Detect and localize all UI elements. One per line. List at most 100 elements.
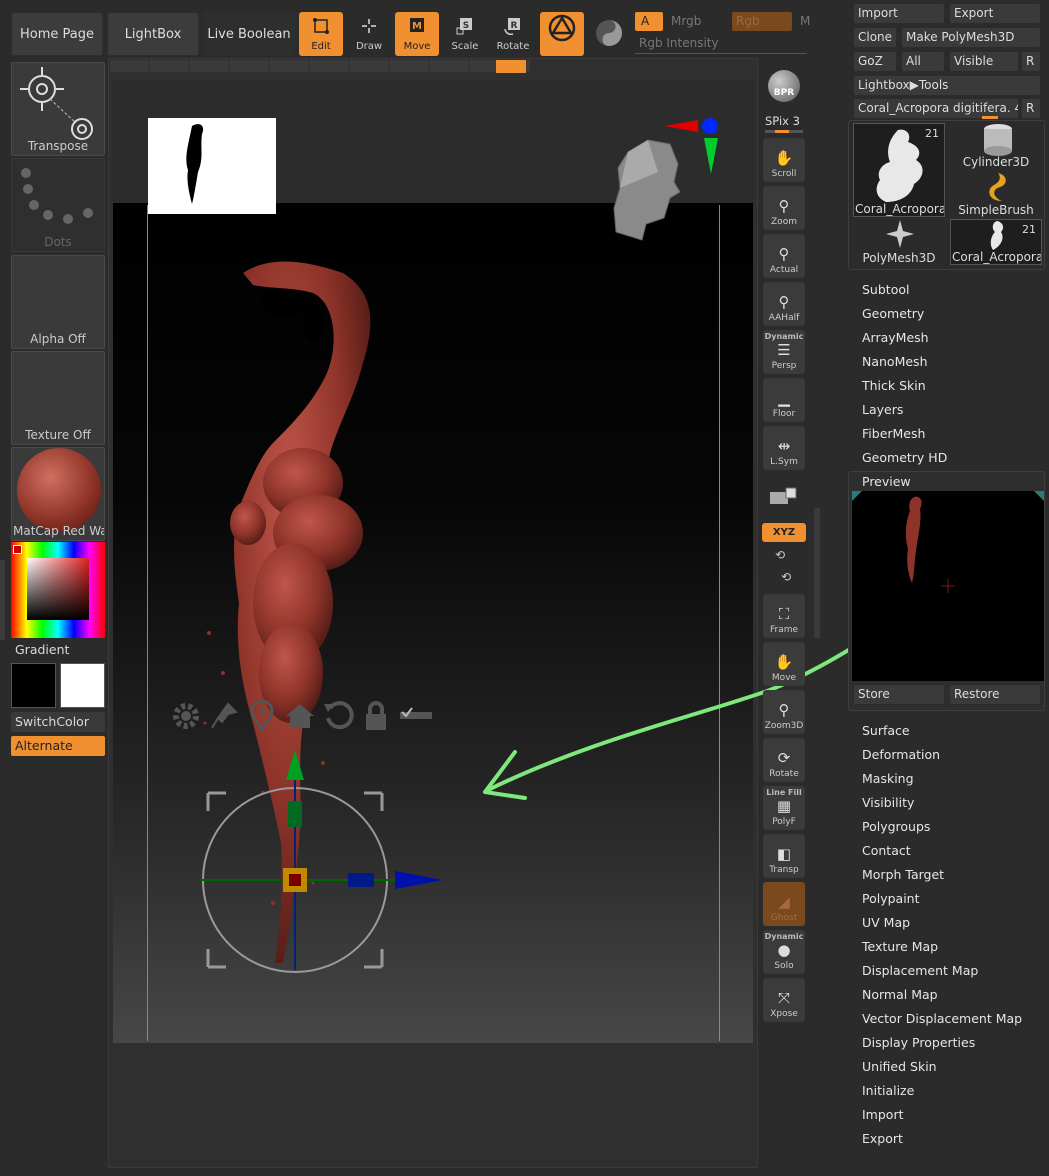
menu-fibermesh[interactable]: FiberMesh	[862, 426, 925, 441]
menu-import[interactable]: Import	[862, 1107, 904, 1122]
menu-texture-map[interactable]: Texture Map	[862, 939, 938, 954]
menu-subtool[interactable]: Subtool	[862, 282, 909, 297]
transpose-gizmo[interactable]	[200, 735, 450, 980]
tool-thumb-coral-2[interactable]: 21 Coral_Acropora d	[950, 219, 1042, 265]
menu-vector-displacement-map[interactable]: Vector Displacement Map	[862, 1011, 1022, 1026]
menu-visibility[interactable]: Visibility	[862, 795, 914, 810]
orientation-head-icon[interactable]	[608, 112, 723, 244]
navigation-thumbnail[interactable]	[148, 118, 276, 214]
menu-normal-map[interactable]: Normal Map	[862, 987, 938, 1002]
location-icon[interactable]	[246, 700, 278, 732]
lsym-button[interactable]: ⇹ L.Sym	[763, 426, 805, 470]
export-button[interactable]: Export	[949, 3, 1041, 24]
menu-preview[interactable]: Preview	[862, 474, 911, 489]
menu-polygroups[interactable]: Polygroups	[862, 819, 930, 834]
frame-button[interactable]: ⛶ Frame	[763, 594, 805, 638]
visible-button[interactable]: Visible	[949, 51, 1019, 72]
rotate-tool-button[interactable]: R Rotate	[491, 12, 535, 56]
spotlight-icon[interactable]	[594, 18, 624, 51]
m-button[interactable]: M	[800, 14, 810, 28]
rgb-intensity-slider[interactable]: Rgb Intensity	[635, 36, 807, 54]
menu-thick-skin[interactable]: Thick Skin	[862, 378, 926, 393]
menu-surface[interactable]: Surface	[862, 723, 910, 738]
left-tray-handle[interactable]	[0, 560, 5, 640]
reset-icon[interactable]	[322, 700, 354, 732]
goz-button[interactable]: GoZ	[853, 51, 897, 72]
alternate-button[interactable]: Alternate	[11, 736, 105, 756]
menu-arraymesh[interactable]: ArrayMesh	[862, 330, 929, 345]
rgb-button[interactable]: Rgb	[732, 12, 792, 31]
bpr-button[interactable]: BPR	[763, 68, 805, 108]
rotate-z-icon[interactable]: ⟲	[781, 570, 791, 584]
secondary-color-swatch[interactable]	[60, 663, 105, 708]
polyf-button[interactable]: Line Fill ▦ PolyF	[763, 786, 805, 830]
all-button[interactable]: All	[901, 51, 945, 72]
color-saturation-square[interactable]	[27, 558, 89, 620]
floor-button[interactable]: ▁ Floor	[763, 378, 805, 422]
menu-initialize[interactable]: Initialize	[862, 1083, 914, 1098]
spix-slider[interactable]: SPix 3	[765, 114, 800, 128]
tool-thumb-simplebrush[interactable]: SimpleBrush	[950, 171, 1042, 217]
main-color-swatch[interactable]	[11, 663, 56, 708]
make-polymesh-button[interactable]: Make PolyMesh3D	[901, 27, 1041, 48]
menu-unified-skin[interactable]: Unified Skin	[862, 1059, 937, 1074]
zoom-button[interactable]: ⚲ Zoom	[763, 186, 805, 230]
menu-export[interactable]: Export	[862, 1131, 903, 1146]
actual-button[interactable]: ⚲ Actual	[763, 234, 805, 278]
edit-tool-button[interactable]: Edit	[299, 12, 343, 56]
menu-geometry-hd[interactable]: Geometry HD	[862, 450, 947, 465]
mrgb-button[interactable]: Mrgb	[671, 14, 701, 28]
menu-layers[interactable]: Layers	[862, 402, 903, 417]
move-view-button[interactable]: ✋ Move	[763, 642, 805, 686]
menu-morph-target[interactable]: Morph Target	[862, 867, 944, 882]
clone-button[interactable]: Clone	[853, 27, 897, 48]
tool-thumb-cylinder[interactable]: Cylinder3D	[950, 123, 1042, 169]
rotate-y-icon[interactable]: ⟲	[775, 548, 785, 562]
right-tray-handle[interactable]	[814, 508, 820, 638]
tool-r-button[interactable]: R	[1021, 98, 1041, 119]
gizmo-3d-button[interactable]	[540, 12, 584, 56]
camera-lock-icon[interactable]	[768, 482, 800, 513]
scroll-button[interactable]: ✋ Scroll	[763, 138, 805, 182]
import-button[interactable]: Import	[853, 3, 945, 24]
menu-deformation[interactable]: Deformation	[862, 747, 940, 762]
texture-button[interactable]: Texture Off	[11, 351, 105, 445]
home-page-button[interactable]: Home Page	[11, 12, 103, 56]
ghost-button[interactable]: ◢ Ghost	[763, 882, 805, 926]
xyz-button[interactable]: XYZ	[762, 523, 806, 542]
material-button[interactable]: MatCap Red Wax	[11, 447, 105, 541]
tool-thumb-polymesh[interactable]: PolyMesh3D	[853, 219, 945, 265]
live-boolean-button[interactable]: Live Boolean	[203, 12, 295, 56]
gradient-label[interactable]: Gradient	[15, 642, 69, 657]
color-picker[interactable]	[11, 542, 105, 638]
menu-uv-map[interactable]: UV Map	[862, 915, 910, 930]
pin-icon[interactable]	[208, 700, 240, 732]
lightbox-button[interactable]: LightBox	[107, 12, 199, 56]
r-button[interactable]: R	[1021, 51, 1041, 72]
menu-masking[interactable]: Masking	[862, 771, 914, 786]
lightbox-tools-button[interactable]: Lightbox▶Tools	[853, 75, 1041, 96]
check-toggle-icon[interactable]	[398, 700, 434, 732]
draw-tool-button[interactable]: Draw	[347, 12, 391, 56]
scale-tool-button[interactable]: S Scale	[443, 12, 487, 56]
dots-stroke-button[interactable]: Dots	[11, 158, 105, 252]
home-icon[interactable]	[284, 700, 316, 732]
menu-contact[interactable]: Contact	[862, 843, 911, 858]
aahalf-button[interactable]: ⚲ AAHalf	[763, 282, 805, 326]
menu-geometry[interactable]: Geometry	[862, 306, 924, 321]
gear-icon[interactable]	[170, 700, 202, 732]
menu-polypaint[interactable]: Polypaint	[862, 891, 920, 906]
lock-icon[interactable]	[360, 700, 392, 732]
solo-button[interactable]: Dynamic ● Solo	[763, 930, 805, 974]
move-tool-button[interactable]: M Move	[395, 12, 439, 56]
menu-displacement-map[interactable]: Displacement Map	[862, 963, 978, 978]
transpose-brush-button[interactable]: Transpose	[11, 62, 105, 156]
menu-nanomesh[interactable]: NanoMesh	[862, 354, 928, 369]
a-toggle-button[interactable]: A	[635, 12, 663, 31]
menu-display-properties[interactable]: Display Properties	[862, 1035, 975, 1050]
restore-button[interactable]: Restore	[949, 684, 1041, 705]
alpha-button[interactable]: Alpha Off	[11, 255, 105, 349]
zoom3d-button[interactable]: ⚲ Zoom3D	[763, 690, 805, 734]
transp-button[interactable]: ◧ Transp	[763, 834, 805, 878]
tool-thumb-coral-1[interactable]: 21 Coral_Acropora di	[853, 123, 945, 217]
